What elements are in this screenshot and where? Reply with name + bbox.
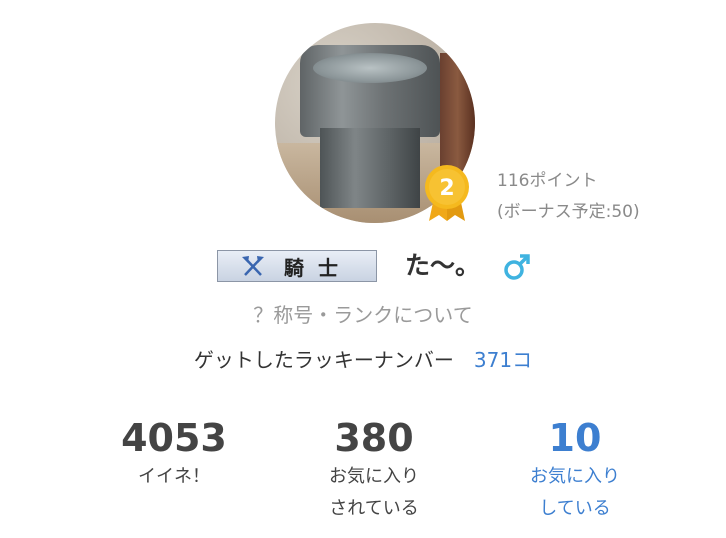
stat-favorited-by: 380 お気に入り されている (264, 415, 484, 525)
rank-number: 2 (439, 176, 454, 201)
username: た〜。 (405, 251, 481, 280)
stat-favorited-by-label: お気に入り されている (329, 466, 419, 519)
points-bonus: (ボーナス予定:50) (497, 202, 640, 222)
lucky-number-label: ゲットしたラッキーナンバー (193, 348, 454, 372)
stat-likes: 4053 イイネ！ (64, 415, 284, 493)
avatar-photo-shelf (440, 53, 475, 173)
stat-likes-value: 4053 (121, 416, 227, 460)
stat-favorites-value[interactable]: 10 (465, 415, 685, 461)
points-total: 116ポイント (497, 171, 598, 191)
title-plate: 騎士 (217, 250, 377, 282)
lucky-number-row[interactable]: ゲットしたラッキーナンバー 371コ (0, 344, 726, 373)
stat-likes-label: イイネ！ (138, 466, 210, 487)
avatar-photo-cup-body (320, 128, 420, 208)
rank-medal-icon: 2 (421, 163, 473, 223)
profile-name-row: 騎士 た〜。 (217, 250, 537, 286)
title-text: 騎士 (284, 255, 352, 280)
avatar-photo-cup-rim (313, 53, 427, 83)
rank-info-link[interactable]: ？称号・ランクについて (0, 299, 726, 328)
profile-stats: 4053 イイネ！ 380 お気に入り されている 10 お気に入り している (0, 415, 726, 525)
crossed-axes-icon (242, 256, 264, 276)
points-info: 116ポイント (ボーナス予定:50) (497, 166, 640, 228)
male-icon (504, 254, 530, 280)
stat-favorited-by-value: 380 (334, 416, 414, 460)
lucky-number-count[interactable]: 371コ (474, 348, 532, 372)
stat-favorites[interactable]: 10 お気に入り している (465, 415, 685, 525)
stat-favorites-label[interactable]: お気に入り している (465, 461, 685, 525)
